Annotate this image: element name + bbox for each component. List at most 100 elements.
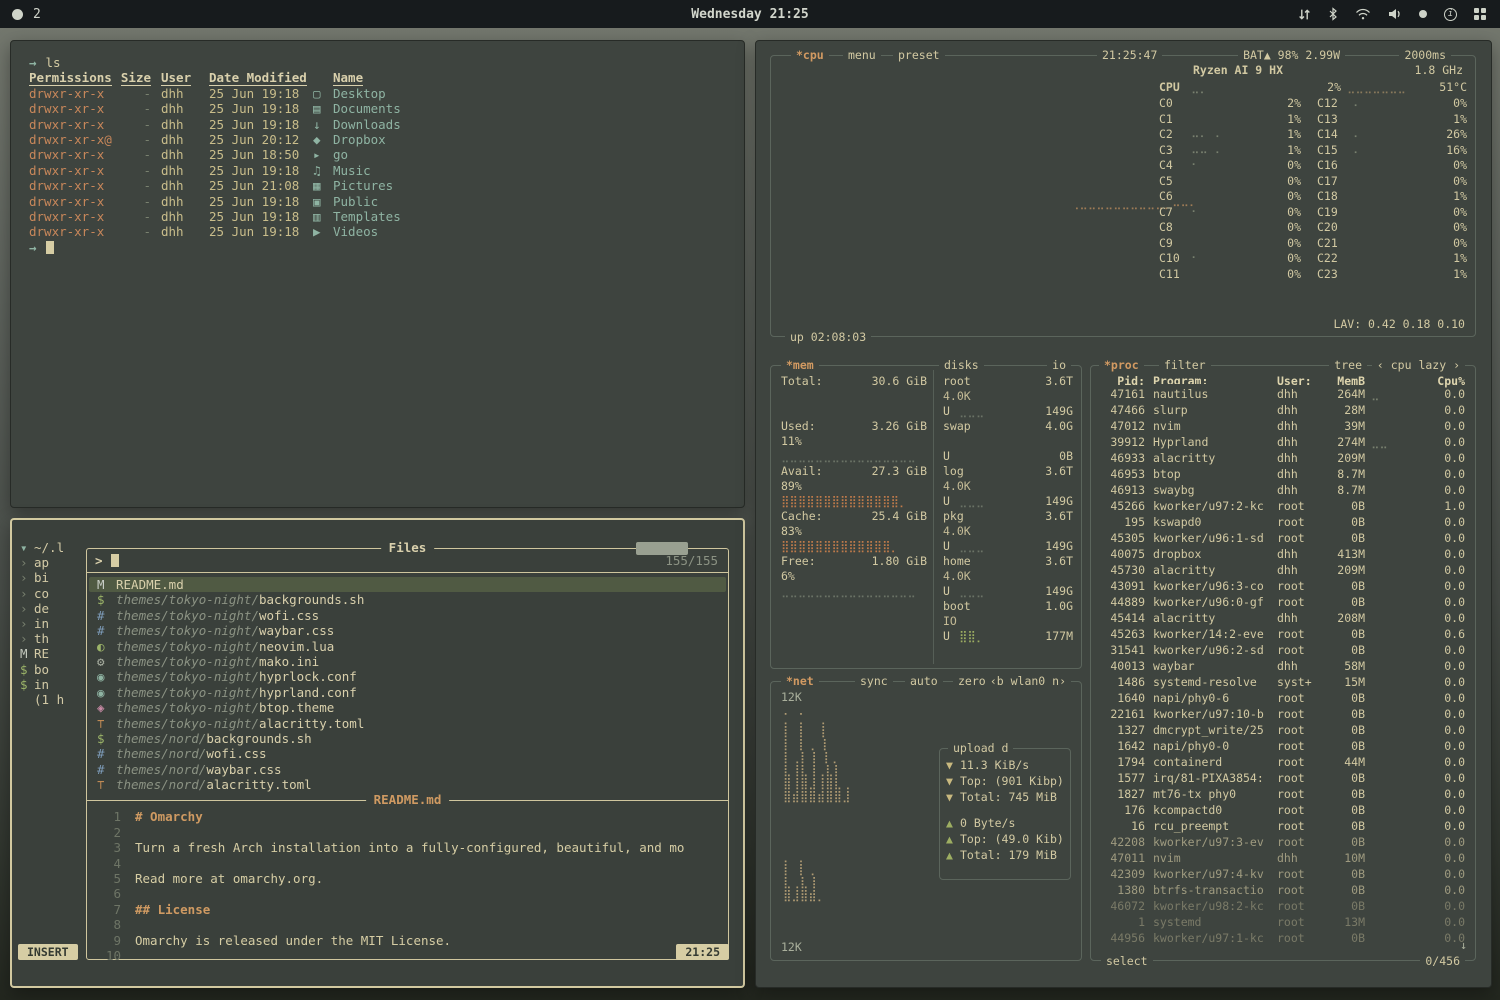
process-row[interactable]: 43091 kworker/u96:3-co root 0B 0.0 (1101, 578, 1465, 594)
picker-item[interactable]: ◐ themes/tokyo-night/ neovim.lua (89, 639, 726, 654)
process-row[interactable]: 1577 irq/81-PIXA3854: root 0B 0.0 (1101, 770, 1465, 786)
process-row[interactable]: 47012 nvim dhh 39M 0.0 (1101, 418, 1465, 434)
process-row[interactable]: 40013 waybar dhh 58M 0.0 (1101, 658, 1465, 674)
update-interval[interactable]: 2000ms (1399, 48, 1451, 62)
process-row[interactable]: 39912 Hyprland dhh 274M ⣀⣀ 0.0 (1101, 434, 1465, 450)
tree-item[interactable]: › in (20, 616, 84, 631)
process-row[interactable]: 46953 btop dhh 8.7M 0.0 (1101, 466, 1465, 482)
filter-button[interactable]: filter (1159, 358, 1211, 372)
process-row[interactable]: 22161 kworker/u97:10-b root 0B 0.0 (1101, 706, 1465, 722)
updown-arrows-icon[interactable] (1298, 8, 1311, 21)
header-pid[interactable]: Pid: (1101, 372, 1145, 384)
process-name: containerd (1153, 754, 1277, 770)
header-program[interactable]: Program: (1153, 372, 1277, 384)
process-row[interactable]: 16 rcu_preempt root 0B 0.0 (1101, 818, 1465, 834)
ls-row: drwxr-xr-x - dhh 25 Jun 19:18 ▤ Document… (29, 101, 726, 116)
process-row[interactable]: 1486 systemd-resolve syst+ 15M 0.0 (1101, 674, 1465, 690)
header-memb[interactable]: MemB (1325, 372, 1365, 384)
picker-item[interactable]: ◈ themes/tokyo-night/ btop.theme (89, 700, 726, 715)
header-cpu[interactable]: Cpu% (1393, 372, 1465, 384)
mem-box-label[interactable]: *mem (781, 358, 819, 372)
process-row[interactable]: 46072 kworker/u98:2-kc root 0B 0.0 (1101, 898, 1465, 914)
picker-search-input[interactable]: > 155/155 (87, 549, 728, 573)
process-row[interactable]: 44889 kworker/u96:0-gf root 0B 0.0 (1101, 594, 1465, 610)
process-row[interactable]: 1794 containerd root 44M 0.0 (1101, 754, 1465, 770)
picker-item[interactable]: # themes/tokyo-night/ wofi.css (89, 608, 726, 623)
process-row[interactable]: 1642 napi/phy0-0 root 0B 0.0 (1101, 738, 1465, 754)
picker-item[interactable]: ⊤ themes/nord/ alacritty.toml (89, 777, 726, 792)
picker-item[interactable]: ⚙ themes/tokyo-night/ mako.ini (89, 654, 726, 669)
scroll-down-arrow-icon[interactable]: ↓ (1460, 938, 1467, 952)
wifi-icon[interactable] (1355, 8, 1371, 20)
cpu-box-label[interactable]: *cpu (791, 48, 829, 62)
process-row[interactable]: 1380 btrfs-transactio root 0B 0.0 (1101, 882, 1465, 898)
disks-label[interactable]: disks (939, 358, 984, 372)
process-row[interactable]: 1640 napi/phy0-6 root 0B 0.0 (1101, 690, 1465, 706)
tree-item[interactable]: (1 h (20, 692, 84, 707)
mem-stat-percent (781, 389, 821, 404)
neovim-window[interactable]: ▾ ~/.l › ap › bi › co › de (10, 518, 745, 988)
cpu-temperature: 51°C (1423, 79, 1467, 96)
tree-item[interactable]: › bi (20, 570, 84, 585)
preset-button[interactable]: preset (893, 48, 945, 62)
picker-item[interactable]: M README.md (89, 577, 726, 592)
header-user[interactable]: User: (1277, 372, 1325, 384)
picker-item[interactable]: # themes/nord/ waybar.css (89, 762, 726, 777)
process-row[interactable]: 47466 slurp dhh 28M 0.0 (1101, 402, 1465, 418)
net-interface[interactable]: ‹b wlan0 n› (985, 674, 1071, 688)
process-row[interactable]: 45730 alacritty dhh 209M 0.0 (1101, 562, 1465, 578)
process-row[interactable]: 195 kswapd0 root 0B 0.0 (1101, 514, 1465, 530)
process-row[interactable]: 176 kcompactd0 root 0B 0.0 (1101, 802, 1465, 818)
bluetooth-icon[interactable] (1328, 7, 1338, 21)
tree-toggle[interactable]: tree (1329, 358, 1367, 372)
tree-item[interactable]: › de (20, 601, 84, 616)
process-row[interactable]: 46913 swaybg dhh 8.7M 0.0 (1101, 482, 1465, 498)
net-sync-button[interactable]: sync (855, 674, 893, 688)
process-row[interactable]: 45266 kworker/u97:2-kc root 0B 1.0 (1101, 498, 1465, 514)
volume-icon[interactable] (1388, 8, 1402, 20)
tree-item[interactable]: $ in (20, 677, 84, 692)
picker-item[interactable]: ◉ themes/tokyo-night/ hyprland.conf (89, 685, 726, 700)
tree-item[interactable]: › co (20, 586, 84, 601)
status-dot-icon[interactable] (1419, 10, 1427, 18)
picker-item[interactable]: ◉ themes/tokyo-night/ hyprlock.conf (89, 669, 726, 684)
process-row[interactable]: 31541 kworker/u96:2-sd root 0B 0.0 (1101, 642, 1465, 658)
picker-item[interactable]: # themes/tokyo-night/ waybar.css (89, 623, 726, 638)
process-row[interactable]: 45263 kworker/14:2-eve root 0B 0.6 (1101, 626, 1465, 642)
terminal-window-ls[interactable]: → ls Permissions Size User Date Modified… (10, 40, 745, 508)
process-row[interactable]: 40075 dropbox dhh 413M 0.0 (1101, 546, 1465, 562)
tree-item[interactable]: › ap (20, 555, 84, 570)
picker-item[interactable]: # themes/nord/ wofi.css (89, 746, 726, 761)
process-row[interactable]: 46933 alacritty dhh 209M 0.0 (1101, 450, 1465, 466)
process-row[interactable]: 47011 nvim dhh 10M 0.0 (1101, 850, 1465, 866)
process-row[interactable]: 44956 kworker/u97:1-kc root 0B 0.0 (1101, 930, 1465, 946)
process-row[interactable]: 45305 kworker/u96:1-sd root 0B 0.0 (1101, 530, 1465, 546)
info-icon[interactable]: i (1444, 8, 1457, 21)
tree-item[interactable]: › th (20, 631, 84, 646)
process-memory: 274M (1325, 434, 1365, 450)
io-label[interactable]: io (1047, 358, 1071, 372)
process-row[interactable]: 45414 alacritty dhh 208M 0.0 (1101, 610, 1465, 626)
process-row[interactable]: 1 systemd root 13M 0.0 (1101, 914, 1465, 930)
tree-item[interactable]: ▾ ~/.l (20, 540, 84, 555)
core-percent: 0% (1265, 267, 1301, 283)
net-auto-button[interactable]: auto (905, 674, 943, 688)
process-row[interactable]: 42208 kworker/u97:3-ev root 0B 0.0 (1101, 834, 1465, 850)
picker-item[interactable]: ⊤ themes/tokyo-night/ alacritty.toml (89, 716, 726, 731)
process-row[interactable]: 1827 mt76-tx phy0 root 0B 0.0 (1101, 786, 1465, 802)
process-row[interactable]: 47161 nautilus dhh 264M ⣀ 0.0 (1101, 386, 1465, 402)
menu-button[interactable]: menu (843, 48, 881, 62)
net-box-label[interactable]: *net (781, 674, 819, 688)
process-row[interactable]: 42309 kworker/u97:4-kv root 0B 0.0 (1101, 866, 1465, 882)
picker-item[interactable]: $ themes/nord/ backgrounds.sh (89, 731, 726, 746)
picker-item[interactable]: $ themes/tokyo-night/ backgrounds.sh (89, 592, 726, 607)
tree-item[interactable]: $ bo (20, 662, 84, 677)
proc-box-label[interactable]: *proc (1099, 358, 1144, 372)
sort-selector[interactable]: ‹ cpu lazy › (1372, 358, 1465, 372)
graph-line: ⡇ ⡇⢀ ⡇ (783, 738, 933, 751)
app-grid-icon[interactable] (1474, 8, 1486, 20)
tree-item[interactable]: M RE (20, 646, 84, 661)
select-button[interactable]: select (1101, 954, 1153, 968)
process-row[interactable]: 1327 dmcrypt_write/25 root 0B 0.0 (1101, 722, 1465, 738)
btop-window[interactable]: *cpu menu preset 21:25:47 BAT▲ 98% 2.99W… (755, 40, 1492, 988)
